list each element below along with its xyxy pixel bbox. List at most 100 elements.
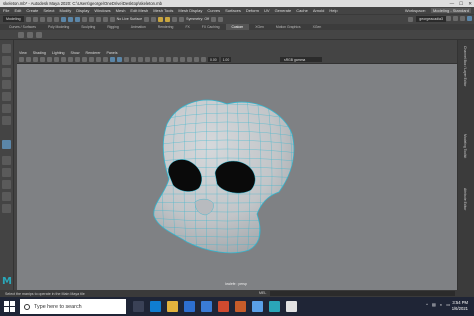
panel-menu-view[interactable]: View bbox=[19, 51, 27, 55]
menu-edit[interactable]: Edit bbox=[14, 8, 21, 13]
menu-surfaces[interactable]: Surfaces bbox=[225, 8, 241, 13]
edge-browser-icon[interactable] bbox=[150, 301, 161, 312]
menu-file[interactable]: File bbox=[3, 8, 9, 13]
attribute-editor-tab[interactable]: Attribute Editor bbox=[463, 188, 467, 210]
camera-icon[interactable] bbox=[211, 16, 217, 22]
close-button[interactable]: ✕ bbox=[468, 1, 472, 7]
task-view-icon[interactable] bbox=[133, 301, 144, 312]
xray-components-icon[interactable] bbox=[201, 57, 206, 62]
rotate-tool-icon[interactable] bbox=[2, 92, 11, 101]
maximize-button[interactable]: ☐ bbox=[459, 1, 463, 7]
menu-mesh-tools[interactable]: Mesh Tools bbox=[153, 8, 173, 13]
isolate-select-icon[interactable] bbox=[180, 57, 185, 62]
menu-generate[interactable]: Generate bbox=[275, 8, 292, 13]
render-current-frame-icon[interactable] bbox=[158, 16, 164, 22]
taskbar-search-box[interactable]: Type here to search bbox=[20, 299, 126, 314]
outliner-layout-icon[interactable] bbox=[2, 204, 11, 213]
render-view-icon[interactable] bbox=[151, 16, 157, 22]
snap-grid-icon[interactable] bbox=[81, 16, 87, 22]
camera-attributes-icon[interactable] bbox=[26, 57, 31, 62]
grid-icon[interactable] bbox=[61, 57, 66, 62]
history-icon[interactable] bbox=[144, 16, 150, 22]
screen-space-ao-icon[interactable] bbox=[152, 57, 157, 62]
lasso-tool-icon[interactable] bbox=[2, 56, 11, 65]
select-camera-icon[interactable] bbox=[19, 57, 24, 62]
taskbar-clock[interactable]: 3:54 PM 1/6/2021 bbox=[452, 300, 468, 312]
tool-settings-toggle-icon[interactable] bbox=[460, 16, 465, 21]
image-plane-icon[interactable] bbox=[40, 57, 45, 62]
depth-of-field-icon[interactable] bbox=[173, 57, 178, 62]
maya-taskbar-icon[interactable] bbox=[269, 301, 280, 312]
two-d-pan-zoom-icon[interactable] bbox=[47, 57, 52, 62]
skull-mesh[interactable] bbox=[17, 64, 457, 290]
menu-cache[interactable]: Cache bbox=[296, 8, 308, 13]
multisample-aa-icon[interactable] bbox=[166, 57, 171, 62]
panel-menu-lighting[interactable]: Lighting bbox=[52, 51, 65, 55]
shelf-tool-icon[interactable] bbox=[27, 31, 33, 38]
gamma-field[interactable]: 1.00 bbox=[220, 57, 232, 62]
modeling-toolkit-tab[interactable]: Modeling Toolkit bbox=[463, 134, 467, 158]
ipr-render-icon[interactable] bbox=[165, 16, 171, 22]
menu-mesh[interactable]: Mesh bbox=[116, 8, 126, 13]
workspace-dropdown[interactable]: Modeling - Standard bbox=[430, 8, 471, 13]
perspective-viewport[interactable]: lowlefe : persp bbox=[17, 64, 457, 290]
network-icon[interactable]: ▤ bbox=[432, 302, 436, 307]
lock-icon[interactable] bbox=[218, 16, 224, 22]
shelf-tool-icon[interactable] bbox=[36, 31, 42, 38]
shadows-icon[interactable] bbox=[145, 57, 150, 62]
menu-deform[interactable]: Deform bbox=[246, 8, 259, 13]
redo-icon[interactable] bbox=[53, 16, 59, 22]
panel-menu-panels[interactable]: Panels bbox=[107, 51, 118, 55]
channel-box-toggle-icon[interactable] bbox=[467, 16, 472, 21]
panel-menu-renderer[interactable]: Renderer bbox=[86, 51, 101, 55]
command-line-input[interactable] bbox=[270, 291, 455, 296]
menu-curves[interactable]: Curves bbox=[207, 8, 220, 13]
app-icon-orange[interactable] bbox=[235, 301, 246, 312]
film-gate-icon[interactable] bbox=[68, 57, 73, 62]
menu-windows[interactable]: Windows bbox=[94, 8, 110, 13]
xray-icon[interactable] bbox=[187, 57, 192, 62]
snap-point-icon[interactable] bbox=[95, 16, 101, 22]
battery-icon[interactable]: ▭ bbox=[446, 302, 450, 307]
four-view-layout-icon[interactable] bbox=[2, 156, 11, 165]
safe-action-icon[interactable] bbox=[96, 57, 101, 62]
motion-blur-icon[interactable] bbox=[159, 57, 164, 62]
textured-icon[interactable] bbox=[131, 57, 136, 62]
symmetry-label[interactable]: Symmetry: Off bbox=[186, 17, 209, 21]
undo-icon[interactable] bbox=[46, 16, 52, 22]
bookmarks-icon[interactable] bbox=[33, 57, 38, 62]
chevron-up-icon[interactable]: ^ bbox=[426, 302, 428, 307]
panel-menu-shading[interactable]: Shading bbox=[33, 51, 46, 55]
select-object-icon[interactable] bbox=[67, 16, 73, 22]
select-component-icon[interactable] bbox=[74, 16, 80, 22]
grease-pencil-icon[interactable] bbox=[54, 57, 59, 62]
gate-mask-icon[interactable] bbox=[82, 57, 87, 62]
field-chart-icon[interactable] bbox=[89, 57, 94, 62]
app-icon-blue[interactable] bbox=[252, 301, 263, 312]
menu-display[interactable]: Display bbox=[76, 8, 89, 13]
modeling-toolkit-toggle-icon[interactable] bbox=[446, 16, 451, 21]
chrome-icon[interactable] bbox=[286, 301, 297, 312]
scale-tool-icon[interactable] bbox=[2, 104, 11, 113]
office-icon[interactable] bbox=[218, 301, 229, 312]
menu-help[interactable]: Help bbox=[329, 8, 337, 13]
menu-modify[interactable]: Modify bbox=[60, 8, 72, 13]
last-tool-icon[interactable] bbox=[2, 116, 11, 125]
use-all-lights-icon[interactable] bbox=[138, 57, 143, 62]
live-surface-label[interactable]: No Live Surface bbox=[117, 17, 143, 21]
render-settings-icon[interactable] bbox=[172, 16, 178, 22]
attribute-editor-toggle-icon[interactable] bbox=[453, 16, 458, 21]
channel-box-tab[interactable]: Channel Box / Layer Editor bbox=[463, 46, 467, 87]
select-tool-icon[interactable] bbox=[2, 44, 11, 53]
menu-mesh-display[interactable]: Mesh Display bbox=[178, 8, 202, 13]
persp-graph-layout-icon[interactable] bbox=[2, 180, 11, 189]
wireframe-icon[interactable] bbox=[110, 57, 115, 62]
live-surface-icon[interactable] bbox=[109, 16, 115, 22]
mel-label[interactable]: MEL bbox=[259, 291, 266, 295]
menu-uv[interactable]: UV bbox=[264, 8, 270, 13]
minimize-button[interactable]: — bbox=[450, 1, 455, 6]
menu-edit-mesh[interactable]: Edit Mesh bbox=[130, 8, 148, 13]
store-icon[interactable] bbox=[184, 301, 195, 312]
menu-set-dropdown[interactable]: Modeling bbox=[3, 16, 24, 22]
shelf-tool-icon[interactable] bbox=[18, 31, 24, 38]
